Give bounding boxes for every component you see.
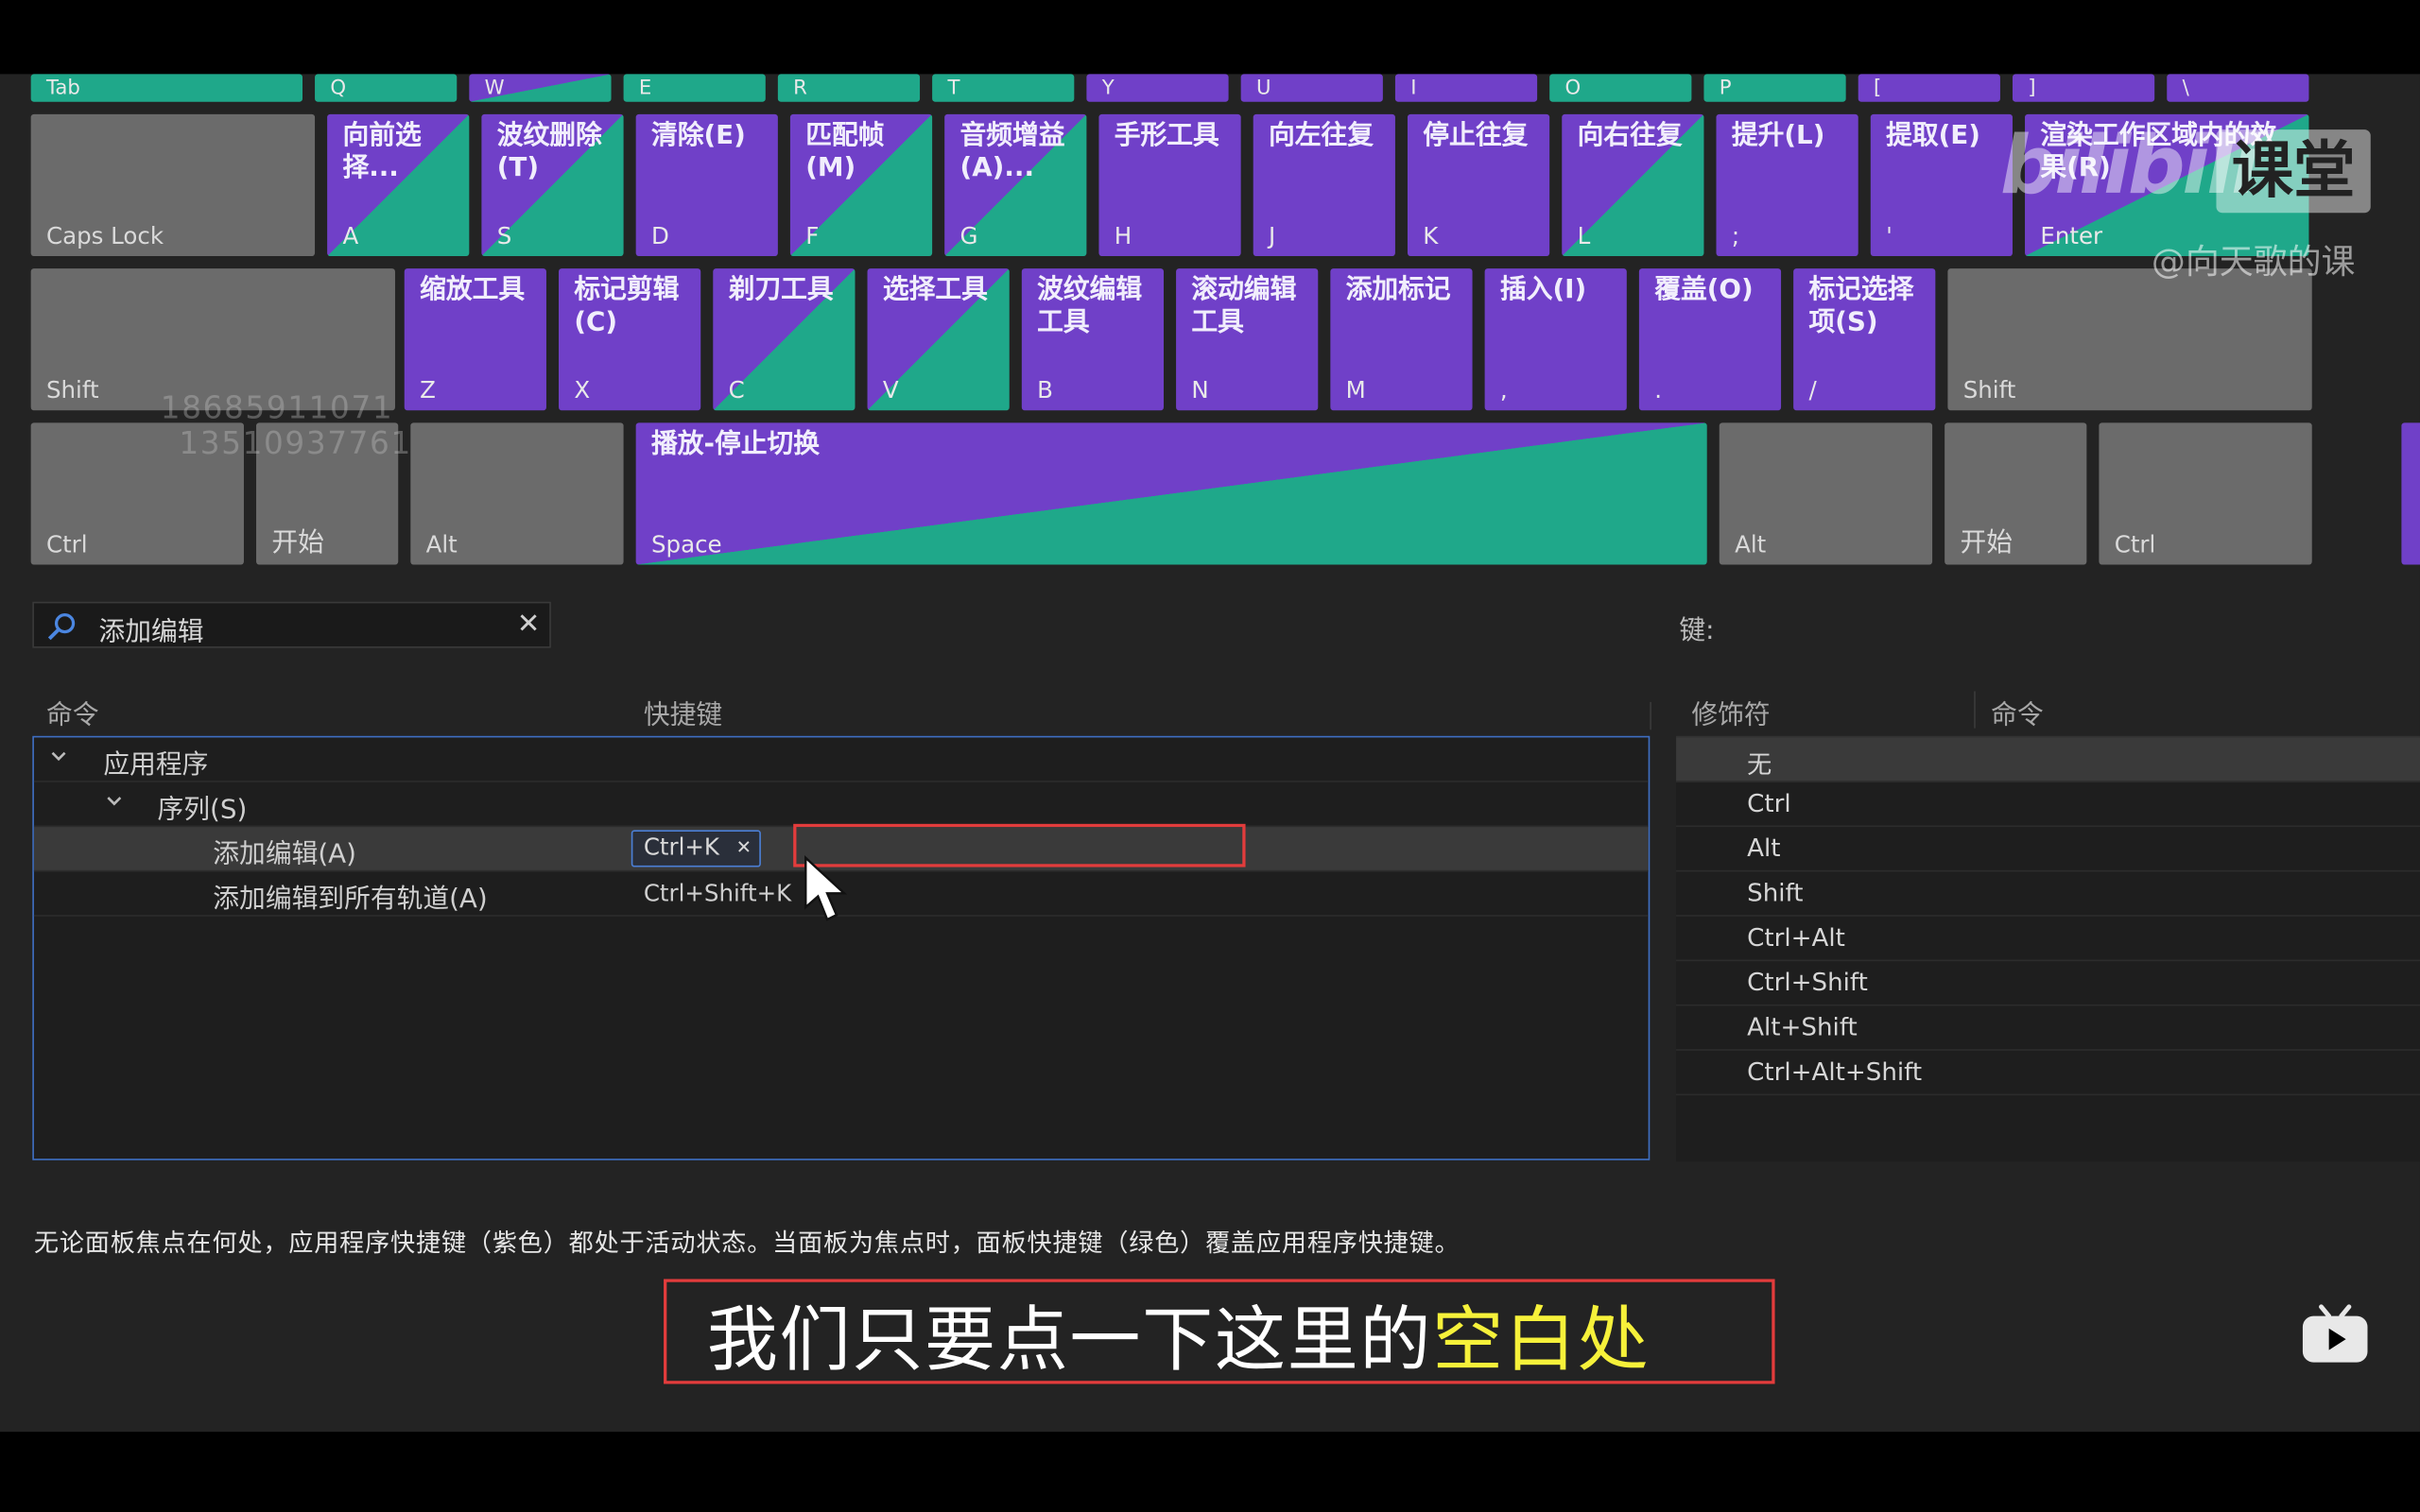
modifier-row[interactable]: Shift: [1676, 871, 2420, 917]
key-j[interactable]: 向左往复 J: [1253, 113, 1395, 257]
search-input[interactable]: 添加编辑 ✕: [32, 601, 551, 648]
tree-node-label: 序列(S): [157, 794, 248, 826]
tree-node-application[interactable]: 应用程序: [33, 737, 1649, 782]
key-t[interactable]: T: [932, 74, 1075, 102]
subtitle: 我们只要点一下这里的空白处: [706, 1297, 1651, 1382]
modifier-list: 无 Ctrl Alt Shift Ctrl+Alt Ctrl+Shift Alt…: [1676, 735, 2420, 1162]
column-divider: [1974, 691, 1976, 729]
key-comma[interactable]: 插入(I),: [1484, 268, 1627, 411]
key-s[interactable]: 波纹删除(T) S: [481, 113, 624, 257]
shortcut-value: Ctrl+K: [643, 833, 719, 862]
tree-node-label: 应用程序: [103, 749, 209, 782]
key-start-right[interactable]: 开始: [1945, 422, 2087, 565]
column-header-shortcut[interactable]: 快捷键: [644, 693, 722, 731]
modifier-row[interactable]: Ctrl+Alt: [1676, 917, 2420, 962]
column-header-command[interactable]: 命令: [46, 693, 99, 731]
key-space[interactable]: 播放-停止切换 Space: [635, 422, 1707, 565]
key-label: 键:: [1679, 615, 1715, 647]
modifier-row[interactable]: Ctrl: [1676, 782, 2420, 828]
key-v[interactable]: 选择工具 V: [867, 268, 1010, 411]
modifier-row[interactable]: Ctrl+Shift: [1676, 961, 2420, 1006]
key-z[interactable]: 缩放工具 Z: [404, 268, 546, 411]
key-offscreen-edge: [2401, 422, 2420, 565]
key-shift-right[interactable]: Shift: [1947, 268, 2312, 411]
mouse-cursor-icon: [804, 854, 848, 921]
key-slash[interactable]: 标记选择项(S) /: [1793, 268, 1936, 411]
modifier-row[interactable]: Ctrl+Alt+Shift: [1676, 1051, 2420, 1096]
key-b[interactable]: 波纹编辑工具 B: [1021, 268, 1165, 411]
key-m[interactable]: 添加标记 M: [1330, 268, 1473, 411]
key-c[interactable]: 剃刀工具 C: [713, 268, 856, 411]
key-bracket-left[interactable]: [: [1858, 74, 2000, 102]
key-semicolon[interactable]: 提升(L);: [1716, 113, 1858, 257]
key-k[interactable]: 停止往复 K: [1407, 113, 1550, 257]
key-h[interactable]: 手形工具 H: [1098, 113, 1241, 257]
chevron-down-icon[interactable]: [105, 792, 124, 811]
column-header-command-2[interactable]: 命令: [1991, 693, 2044, 731]
search-icon: [47, 612, 76, 641]
command-name: 添加编辑(A): [213, 839, 356, 870]
key-e[interactable]: E: [623, 74, 766, 102]
author-handle: @向天歌的课: [2151, 243, 2356, 283]
modifier-row[interactable]: 无: [1676, 737, 2420, 782]
key-l[interactable]: 向右往复 L: [1562, 113, 1704, 257]
modifier-row[interactable]: Alt+Shift: [1676, 1005, 2420, 1051]
key-r[interactable]: R: [777, 74, 921, 102]
key-caps-lock[interactable]: Caps Lock: [30, 113, 316, 257]
key-bracket-right[interactable]: ]: [2012, 74, 2155, 102]
modifier-row[interactable]: Alt: [1676, 827, 2420, 872]
key-period[interactable]: 覆盖(O).: [1638, 268, 1782, 411]
shortcut-legend-note: 无论面板焦点在何处，应用程序快捷键（紫色）都处于活动状态。当面板为焦点时，面板快…: [33, 1228, 1461, 1258]
key-g[interactable]: 音频增益(A)... G: [944, 113, 1087, 257]
bilibili-class-badge: 课堂: [2216, 129, 2371, 214]
divider: [1650, 701, 1669, 730]
bilibili-tv-icon: [2302, 1304, 2368, 1363]
blank-area-highlight[interactable]: [793, 823, 1246, 868]
key-u[interactable]: U: [1240, 74, 1383, 102]
key-backslash[interactable]: \: [2167, 74, 2309, 102]
command-tree: 应用程序 序列(S) 添加编辑(A) Ctrl+K ✕ 添加编辑到所有轨道(A)…: [32, 735, 1651, 1160]
key-ctrl-right[interactable]: Ctrl: [2099, 422, 2312, 565]
watermark-number-2: 13510937761: [179, 423, 412, 462]
key-alt-left[interactable]: Alt: [410, 422, 624, 565]
remove-shortcut-icon[interactable]: ✕: [736, 836, 752, 858]
key-alt-right[interactable]: Alt: [1719, 422, 1933, 565]
shortcut-chip[interactable]: Ctrl+K ✕: [631, 830, 761, 868]
key-d[interactable]: 清除(E) D: [635, 113, 778, 257]
key-tab[interactable]: Tab: [30, 74, 302, 102]
key-i[interactable]: I: [1394, 74, 1538, 102]
key-o[interactable]: O: [1549, 74, 1692, 102]
key-a[interactable]: 向前选择... A: [327, 113, 470, 257]
watermark-number-1: 18685911071: [160, 388, 394, 426]
chevron-down-icon[interactable]: [49, 747, 68, 765]
shortcut-value: Ctrl+Shift+K: [643, 879, 792, 907]
key-y[interactable]: Y: [1086, 74, 1229, 102]
key-q[interactable]: Q: [315, 74, 458, 102]
key-x[interactable]: 标记剪辑(C) X: [559, 268, 701, 411]
tree-node-sequence[interactable]: 序列(S): [33, 782, 1649, 828]
key-p[interactable]: P: [1703, 74, 1846, 102]
search-value: 添加编辑: [98, 617, 204, 648]
command-name: 添加编辑到所有轨道(A): [213, 884, 488, 916]
column-header-modifier[interactable]: 修饰符: [1691, 693, 1770, 731]
key-n[interactable]: 滚动编辑工具 N: [1176, 268, 1319, 411]
clear-search-icon[interactable]: ✕: [517, 608, 541, 640]
key-w[interactable]: W: [469, 74, 612, 102]
key-quote[interactable]: 提取(E) ': [1870, 113, 2013, 257]
key-f[interactable]: 匹配帧(M) F: [789, 113, 933, 257]
